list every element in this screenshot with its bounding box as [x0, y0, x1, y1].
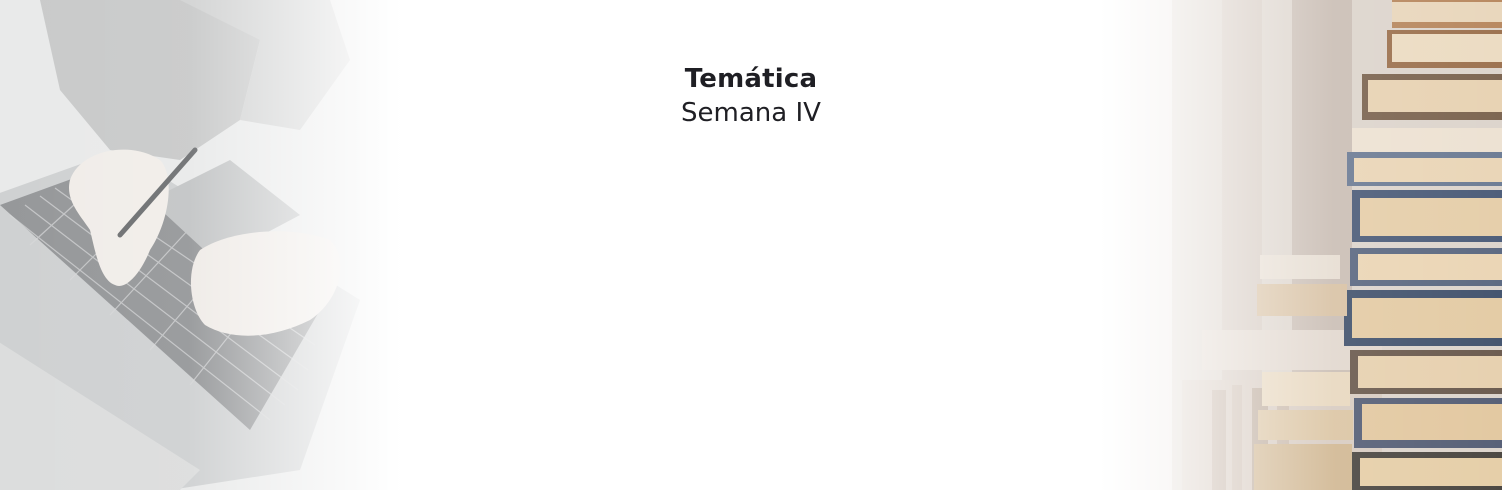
week-subtitle: Semana IV: [681, 97, 821, 128]
topic-heading: Temática Semana IV: [0, 64, 1502, 129]
topic-title: Temática: [684, 64, 818, 94]
topic-banner: Temática Semana IV: [0, 0, 1502, 490]
